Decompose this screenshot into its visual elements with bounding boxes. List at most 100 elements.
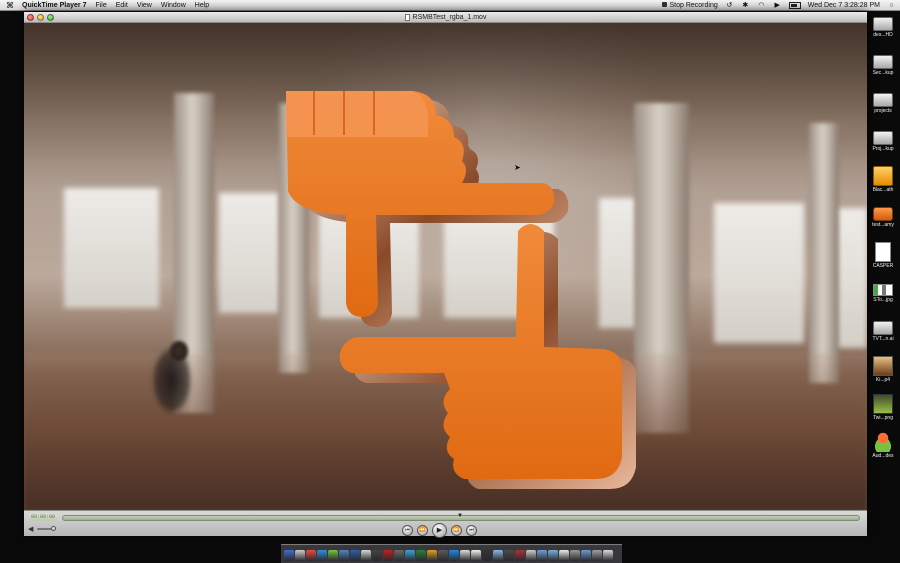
window-buttons bbox=[27, 14, 54, 21]
desktop-icon-label: TVT...n.ai bbox=[872, 336, 894, 342]
desktop-icon[interactable]: STo...jpg bbox=[868, 280, 898, 303]
rewind-button[interactable]: ⏪ bbox=[417, 525, 428, 536]
drive-icon bbox=[873, 321, 893, 335]
drive-icon bbox=[873, 93, 893, 107]
menu-bar: ⌘ QuickTime Player 7 File Edit View Wind… bbox=[0, 0, 900, 11]
dock-app-icon[interactable] bbox=[438, 550, 448, 561]
minimize-button[interactable] bbox=[37, 14, 44, 21]
volume-speaker-icon: ◀ bbox=[28, 526, 34, 533]
desktop-icon-label: test...amy bbox=[872, 222, 894, 228]
stop-recording-label: Stop Recording bbox=[669, 1, 718, 9]
desktop-icon[interactable]: Blac...ath bbox=[868, 166, 898, 193]
menu-help[interactable]: Help bbox=[195, 2, 209, 9]
zoom-button[interactable] bbox=[47, 14, 54, 21]
desktop-icon[interactable]: TVT...n.ai bbox=[868, 318, 898, 342]
dock-app-icon[interactable] bbox=[449, 550, 459, 561]
desktop-icon-label: CASPER bbox=[872, 263, 894, 269]
dock-app-icon[interactable] bbox=[383, 550, 393, 561]
dock-app-icon[interactable] bbox=[427, 550, 437, 561]
wifi-icon[interactable]: ◠ bbox=[757, 2, 766, 9]
desktop-icon[interactable]: CASPER bbox=[868, 242, 898, 269]
document-proxy-icon[interactable] bbox=[404, 13, 410, 21]
android-icon bbox=[873, 432, 893, 452]
dock-app-icon[interactable] bbox=[537, 550, 547, 561]
menu-app-name[interactable]: QuickTime Player 7 bbox=[22, 2, 86, 9]
upper-hand-knuckles bbox=[286, 91, 428, 137]
video-frame[interactable]: ➤ bbox=[24, 23, 867, 510]
document-icon bbox=[875, 242, 891, 262]
dock-app-icon[interactable] bbox=[471, 550, 481, 561]
dock-app-icon[interactable] bbox=[526, 550, 536, 561]
dock-app-icon[interactable] bbox=[515, 550, 525, 561]
desktop-icon[interactable]: projects bbox=[868, 90, 898, 114]
dock-app-icon[interactable] bbox=[416, 550, 426, 561]
dock-app-icon[interactable] bbox=[284, 550, 294, 561]
time-machine-icon[interactable]: ↺ bbox=[725, 2, 734, 9]
record-icon bbox=[662, 2, 668, 8]
clock[interactable]: Wed Dec 7 3:28:28 PM bbox=[808, 2, 880, 9]
dock-app-icon[interactable] bbox=[493, 550, 503, 561]
window-title: RSMBTest_rgba_1.mov bbox=[412, 13, 487, 21]
desktop-icon[interactable]: des...HD bbox=[868, 14, 898, 38]
dock-app-icon[interactable] bbox=[592, 550, 602, 561]
desktop-icon-label: Ki...p4 bbox=[875, 377, 891, 383]
menu-window[interactable]: Window bbox=[161, 2, 186, 9]
dock-app-icon[interactable] bbox=[361, 550, 371, 561]
desktop-icon[interactable]: Ki...p4 bbox=[868, 356, 898, 383]
menu-view[interactable]: View bbox=[137, 2, 152, 9]
dock-app-icon[interactable] bbox=[559, 550, 569, 561]
dock-app-icon[interactable] bbox=[317, 550, 327, 561]
volume-knob[interactable] bbox=[51, 526, 56, 531]
time-readout: 00:00:00 bbox=[29, 514, 58, 521]
battery-icon[interactable] bbox=[788, 1, 801, 9]
play-button[interactable]: ▶ bbox=[432, 523, 447, 538]
window-titlebar[interactable]: RSMBTest_rgba_1.mov bbox=[24, 12, 867, 23]
dock-app-icon[interactable] bbox=[482, 550, 492, 561]
desktop-icon-label: Proj...kup bbox=[872, 146, 894, 152]
desktop-icon-label: Aud...des bbox=[872, 453, 894, 459]
dock-app-icon[interactable] bbox=[460, 550, 470, 561]
apple-menu-icon[interactable]: ⌘ bbox=[4, 1, 16, 10]
dock bbox=[281, 544, 622, 563]
volume-icon[interactable]: ▶ bbox=[773, 2, 782, 9]
drive-icon bbox=[873, 55, 893, 69]
close-button[interactable] bbox=[27, 14, 34, 21]
desktop-icon-label: Blac...ath bbox=[872, 187, 894, 193]
dock-app-icon[interactable] bbox=[581, 550, 591, 561]
dock-app-icon[interactable] bbox=[350, 550, 360, 561]
mouse-cursor-icon: ➤ bbox=[514, 163, 521, 172]
dock-app-icon[interactable] bbox=[328, 550, 338, 561]
transport-buttons: ⏮ ⏪ ▶ ⏩ ⏭ bbox=[402, 523, 477, 538]
desktop-icon[interactable]: Sec...kup bbox=[868, 52, 898, 76]
dock-app-icon[interactable] bbox=[394, 550, 404, 561]
go-to-start-button[interactable]: ⏮ bbox=[402, 525, 413, 536]
dock-app-icon[interactable] bbox=[548, 550, 558, 561]
dock-app-icon[interactable] bbox=[603, 550, 613, 561]
fast-forward-button[interactable]: ⏩ bbox=[451, 525, 462, 536]
desktop-icon[interactable]: Proj...kup bbox=[868, 128, 898, 152]
bluetooth-icon[interactable]: ✱ bbox=[741, 2, 750, 9]
desktop-icon[interactable]: Twi...png bbox=[868, 394, 898, 421]
quicktime-window: RSMBTest_rgba_1.mov ➤ 00:00:00 ▼ ◀ ⏮ ⏪ ▶… bbox=[24, 12, 867, 538]
dock-app-icon[interactable] bbox=[504, 550, 514, 561]
menu-edit[interactable]: Edit bbox=[116, 2, 128, 9]
dock-app-icon[interactable] bbox=[306, 550, 316, 561]
dock-app-icon[interactable] bbox=[339, 550, 349, 561]
dock-app-icon[interactable] bbox=[372, 550, 382, 561]
stop-recording-button[interactable]: Stop Recording bbox=[662, 1, 718, 9]
usb-drive-icon bbox=[873, 166, 893, 186]
spotlight-icon[interactable]: ○ bbox=[887, 2, 896, 9]
dock-app-icon[interactable] bbox=[295, 550, 305, 561]
drive-icon bbox=[873, 17, 893, 31]
timeline-scrubber[interactable]: ▼ bbox=[62, 513, 860, 521]
desktop-icon[interactable]: Aud...des bbox=[868, 432, 898, 459]
menu-file[interactable]: File bbox=[95, 2, 106, 9]
dock-app-icon[interactable] bbox=[570, 550, 580, 561]
dock-app-icon[interactable] bbox=[405, 550, 415, 561]
playhead-icon[interactable]: ▼ bbox=[457, 513, 463, 519]
orange-drive-icon bbox=[873, 207, 893, 221]
menu-extras: Stop Recording ↺ ✱ ◠ ▶ Wed Dec 7 3:28:28… bbox=[662, 1, 900, 9]
desktop-icon-label: projects bbox=[874, 108, 892, 114]
desktop-icon[interactable]: test...amy bbox=[868, 204, 898, 228]
go-to-end-button[interactable]: ⏭ bbox=[466, 525, 477, 536]
